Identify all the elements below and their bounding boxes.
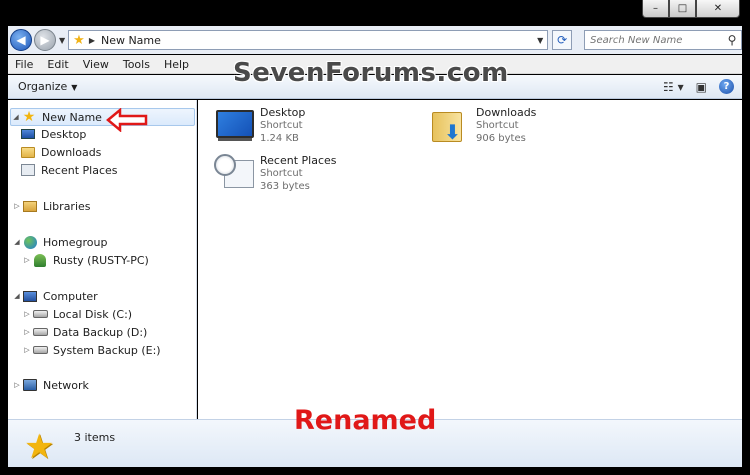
downloads-folder-icon: [20, 145, 36, 159]
change-view-icon[interactable]: ☷ ▾: [663, 80, 684, 94]
collapse-arrow-icon[interactable]: ◢: [12, 292, 22, 300]
nav-item-downloads[interactable]: Downloads: [20, 143, 101, 161]
file-type: Shortcut: [260, 168, 303, 179]
refresh-button[interactable]: ⟳: [552, 30, 573, 50]
nav-item-computer[interactable]: ◢ Computer: [12, 287, 98, 305]
menu-file[interactable]: File: [8, 58, 40, 71]
menu-view[interactable]: View: [76, 58, 116, 71]
expand-arrow-icon[interactable]: ◢: [11, 113, 21, 121]
caption-buttons: – □ ✕: [642, 0, 740, 18]
expand-arrow-icon[interactable]: ▷: [12, 202, 22, 210]
annotation-arrow-icon: [106, 108, 148, 132]
libraries-icon: [22, 199, 38, 213]
nav-item-local-disk[interactable]: ▷ Local Disk (C:): [22, 305, 132, 323]
file-item-desktop[interactable]: Desktop Shortcut 1.24 KB: [214, 106, 305, 146]
network-icon: [22, 378, 38, 392]
nav-item-label: Data Backup (D:): [53, 325, 148, 339]
maximize-button[interactable]: □: [669, 0, 696, 18]
back-button[interactable]: ◀: [10, 29, 32, 51]
homegroup-icon: [22, 235, 38, 249]
expand-arrow-icon[interactable]: ▷: [22, 328, 32, 336]
search-icon[interactable]: ⚲: [723, 33, 741, 47]
nav-item-recent-places[interactable]: Recent Places: [20, 161, 118, 179]
expand-arrow-icon[interactable]: ▷: [22, 346, 32, 354]
menu-help[interactable]: Help: [157, 58, 196, 71]
nav-item-label: Computer: [43, 289, 98, 303]
recent-places-icon: [20, 163, 36, 177]
expand-arrow-icon[interactable]: ▷: [22, 310, 32, 318]
minimize-button[interactable]: –: [642, 0, 669, 18]
file-size: 906 bytes: [476, 133, 526, 144]
file-name: Recent Places: [260, 154, 337, 167]
watermark: SevenForums.com: [233, 58, 509, 88]
star-icon: ★: [73, 32, 85, 48]
file-type: Shortcut: [476, 120, 519, 131]
star-icon: ★: [22, 109, 36, 125]
nav-item-desktop[interactable]: Desktop: [20, 125, 86, 143]
nav-item-label: System Backup (E:): [53, 343, 161, 357]
nav-item-label: Homegroup: [43, 235, 108, 249]
nav-item-label: Downloads: [41, 145, 102, 159]
desktop-icon: [214, 106, 254, 146]
content-pane: Desktop Shortcut 1.24 KB ⬇ Downloads Sho…: [198, 100, 742, 419]
file-size: 1.24 KB: [260, 133, 299, 144]
nav-item-system-backup[interactable]: ▷ System Backup (E:): [22, 341, 161, 359]
menu-edit[interactable]: Edit: [40, 58, 75, 71]
organize-button[interactable]: Organize ▼: [8, 80, 87, 93]
star-icon: ★: [24, 427, 55, 467]
file-name: Desktop: [260, 106, 306, 119]
nav-item-libraries[interactable]: ▷ Libraries: [12, 197, 91, 215]
command-bar-right: ☷ ▾ ▣ ?: [663, 79, 742, 94]
recent-places-icon: [214, 154, 254, 194]
computer-icon: [22, 289, 38, 303]
navigation-pane: ◢ ★ New Name Desktop Downloads Recent Pl…: [8, 100, 197, 419]
recent-pages-dropdown[interactable]: ▼: [59, 36, 65, 45]
address-path[interactable]: New Name: [101, 34, 533, 47]
search-input[interactable]: [590, 34, 723, 46]
file-item-recent-places[interactable]: Recent Places Shortcut 363 bytes: [214, 154, 337, 194]
help-icon[interactable]: ?: [719, 79, 734, 94]
explorer-window: – □ ✕ ◀ ▶ ▼ ★ ▶ New Name ▼ ⟳ ⚲ File Edit…: [0, 0, 750, 475]
chevron-down-icon: ▼: [71, 83, 78, 92]
expand-arrow-icon[interactable]: ▷: [12, 381, 22, 389]
expand-arrow-icon[interactable]: ▷: [22, 256, 32, 264]
nav-item-label: Rusty (RUSTY-PC): [53, 253, 149, 267]
close-button[interactable]: ✕: [696, 0, 740, 18]
organize-label: Organize: [18, 80, 68, 93]
file-size: 363 bytes: [260, 181, 310, 192]
desktop-icon: [20, 127, 36, 141]
nav-item-label: New Name: [42, 110, 102, 124]
nav-item-label: Network: [43, 378, 89, 392]
nav-item-network[interactable]: ▷ Network: [12, 376, 89, 394]
nav-item-homegroup[interactable]: ◢ Homegroup: [12, 233, 107, 251]
item-count: 3 items: [74, 431, 116, 444]
file-type: Shortcut: [260, 120, 303, 131]
search-box[interactable]: ⚲: [584, 30, 742, 50]
menu-tools[interactable]: Tools: [116, 58, 157, 71]
address-row: ◀ ▶ ▼ ★ ▶ New Name ▼ ⟳ ⚲: [8, 26, 742, 54]
address-bar[interactable]: ★ ▶ New Name ▼: [68, 30, 549, 50]
nav-item-rusty[interactable]: ▷ Rusty (RUSTY-PC): [22, 251, 149, 269]
nav-item-label: Local Disk (C:): [53, 307, 133, 321]
user-icon: [32, 253, 48, 267]
address-dropdown-icon[interactable]: ▼: [533, 36, 547, 45]
preview-pane-icon[interactable]: ▣: [696, 80, 707, 94]
nav-item-label: Desktop: [41, 127, 87, 141]
file-name: Downloads: [476, 106, 537, 119]
nav-item-data-backup[interactable]: ▷ Data Backup (D:): [22, 323, 147, 341]
nav-item-label: Recent Places: [41, 163, 118, 177]
disk-icon: [32, 343, 48, 357]
collapse-arrow-icon[interactable]: ◢: [12, 238, 22, 246]
renamed-annotation: Renamed: [294, 405, 437, 436]
disk-icon: [32, 325, 48, 339]
nav-item-new-name[interactable]: ◢ ★ New Name: [10, 108, 195, 126]
nav-item-label: Libraries: [43, 199, 91, 213]
downloads-folder-icon: ⬇: [430, 106, 470, 146]
file-item-downloads[interactable]: ⬇ Downloads Shortcut 906 bytes: [430, 106, 536, 146]
breadcrumb-chevron-icon[interactable]: ▶: [89, 36, 95, 45]
forward-button[interactable]: ▶: [34, 29, 56, 51]
disk-icon: [32, 307, 48, 321]
